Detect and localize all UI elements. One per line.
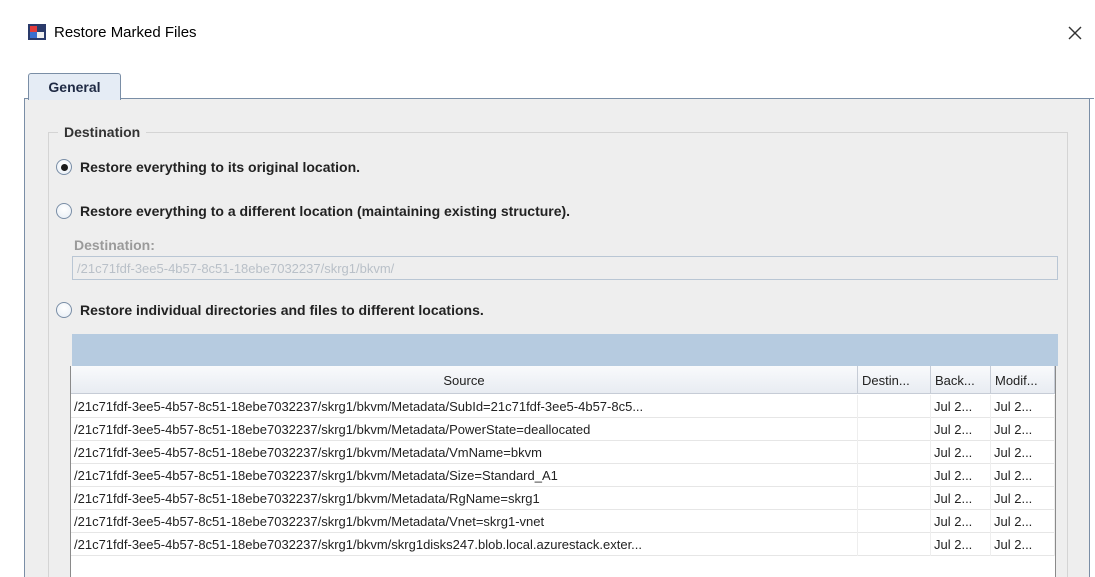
tab-general-label: General	[48, 79, 101, 95]
table-row[interactable]: /21c71fdf-3ee5-4b57-8c51-18ebe7032237/sk…	[71, 395, 1055, 418]
cell-backup: Jul 2...	[931, 487, 991, 510]
cell-modified: Jul 2...	[991, 510, 1055, 533]
cell-destination	[858, 533, 931, 556]
option-different-location[interactable]: Restore everything to a different locati…	[56, 201, 570, 221]
option-different-location-label: Restore everything to a different locati…	[80, 203, 571, 219]
radio-different-location[interactable]	[56, 203, 72, 219]
column-header-destination[interactable]: Destin...	[858, 366, 931, 394]
option-individual-locations[interactable]: Restore individual directories and files…	[56, 300, 484, 320]
radio-individual-locations[interactable]	[56, 302, 72, 318]
column-header-source[interactable]: Source	[71, 366, 858, 394]
cell-backup: Jul 2...	[931, 418, 991, 441]
cell-source: /21c71fdf-3ee5-4b57-8c51-18ebe7032237/sk…	[71, 395, 858, 418]
table-header: Source Destin... Back... Modif...	[71, 366, 1055, 394]
destination-field-label: Destination:	[74, 237, 155, 253]
cell-source: /21c71fdf-3ee5-4b57-8c51-18ebe7032237/sk…	[71, 533, 858, 556]
cell-source: /21c71fdf-3ee5-4b57-8c51-18ebe7032237/sk…	[71, 510, 858, 533]
cell-modified: Jul 2...	[991, 441, 1055, 464]
files-table: Source Destin... Back... Modif... /21c71…	[70, 366, 1056, 577]
close-button[interactable]	[1055, 14, 1095, 52]
table-toolbar-band	[72, 334, 1058, 366]
cell-source: /21c71fdf-3ee5-4b57-8c51-18ebe7032237/sk…	[71, 441, 858, 464]
table-row[interactable]: /21c71fdf-3ee5-4b57-8c51-18ebe7032237/sk…	[71, 418, 1055, 441]
table-row[interactable]: /21c71fdf-3ee5-4b57-8c51-18ebe7032237/sk…	[71, 441, 1055, 464]
cell-source: /21c71fdf-3ee5-4b57-8c51-18ebe7032237/sk…	[71, 487, 858, 510]
cell-destination	[858, 464, 931, 487]
option-original-location-label: Restore everything to its original locat…	[80, 159, 361, 175]
cell-source: /21c71fdf-3ee5-4b57-8c51-18ebe7032237/sk…	[71, 464, 858, 487]
cell-backup: Jul 2...	[931, 395, 991, 418]
cell-destination	[858, 418, 931, 441]
cell-backup: Jul 2...	[931, 533, 991, 556]
app-icon	[28, 24, 46, 40]
window-title: Restore Marked Files	[54, 24, 197, 41]
cell-source: /21c71fdf-3ee5-4b57-8c51-18ebe7032237/sk…	[71, 418, 858, 441]
tab-general[interactable]: General	[28, 73, 121, 100]
cell-destination	[858, 441, 931, 464]
table-body: /21c71fdf-3ee5-4b57-8c51-18ebe7032237/sk…	[71, 395, 1055, 556]
cell-backup: Jul 2...	[931, 464, 991, 487]
cell-backup: Jul 2...	[931, 441, 991, 464]
column-header-backup[interactable]: Back...	[931, 366, 991, 394]
cell-destination	[858, 395, 931, 418]
column-header-modified[interactable]: Modif...	[991, 366, 1055, 394]
close-icon	[1068, 26, 1082, 40]
title-bar: Restore Marked Files	[0, 0, 1095, 66]
table-row[interactable]: /21c71fdf-3ee5-4b57-8c51-18ebe7032237/sk…	[71, 510, 1055, 533]
option-original-location[interactable]: Restore everything to its original locat…	[56, 157, 360, 177]
cell-destination	[858, 487, 931, 510]
destination-group-title: Destination	[58, 124, 147, 140]
option-individual-locations-label: Restore individual directories and files…	[80, 302, 484, 318]
table-row[interactable]: /21c71fdf-3ee5-4b57-8c51-18ebe7032237/sk…	[71, 487, 1055, 510]
table-row[interactable]: /21c71fdf-3ee5-4b57-8c51-18ebe7032237/sk…	[71, 533, 1055, 556]
cell-modified: Jul 2...	[991, 487, 1055, 510]
cell-modified: Jul 2...	[991, 533, 1055, 556]
radio-selected-dot	[60, 163, 68, 171]
cell-backup: Jul 2...	[931, 510, 991, 533]
radio-original-location[interactable]	[56, 159, 72, 175]
tab-divider	[24, 98, 1094, 99]
cell-destination	[858, 510, 931, 533]
restore-dialog: Restore Marked Files General Destination…	[0, 0, 1095, 577]
cell-modified: Jul 2...	[991, 395, 1055, 418]
cell-modified: Jul 2...	[991, 418, 1055, 441]
cell-modified: Jul 2...	[991, 464, 1055, 487]
table-row[interactable]: /21c71fdf-3ee5-4b57-8c51-18ebe7032237/sk…	[71, 464, 1055, 487]
destination-path-input[interactable]	[72, 256, 1058, 280]
